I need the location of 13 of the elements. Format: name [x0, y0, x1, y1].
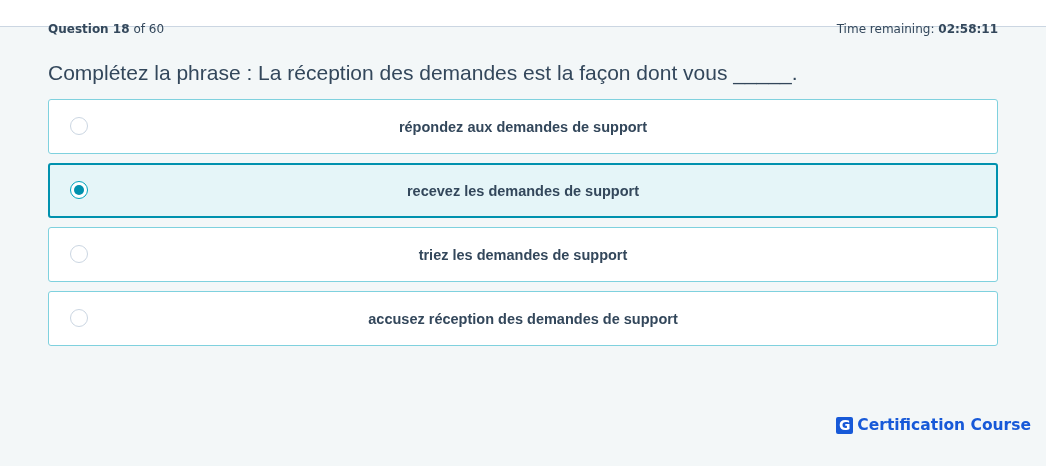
question-counter: Question 18 of 60: [48, 23, 165, 37]
logo-text: Certification Course: [857, 416, 1031, 434]
answer-option[interactable]: répondez aux demandes de support: [48, 99, 998, 154]
radio-button[interactable]: [70, 116, 88, 135]
radio-button[interactable]: [70, 180, 88, 199]
answer-option[interactable]: recevez les demandes de support: [48, 163, 998, 218]
question-text: Complétez la phrase : La réception des demandes est la façon dont vous _____.: [48, 61, 799, 85]
answer-option[interactable]: triez les demandes de support: [48, 227, 998, 282]
logo-mark: G: [836, 416, 854, 434]
radio-button[interactable]: [70, 244, 88, 263]
answer-option[interactable]: accusez réception des demandes de support: [48, 291, 998, 346]
radio-button[interactable]: [70, 308, 88, 327]
time-remaining: Time remaining: 02:58:11: [836, 23, 998, 37]
